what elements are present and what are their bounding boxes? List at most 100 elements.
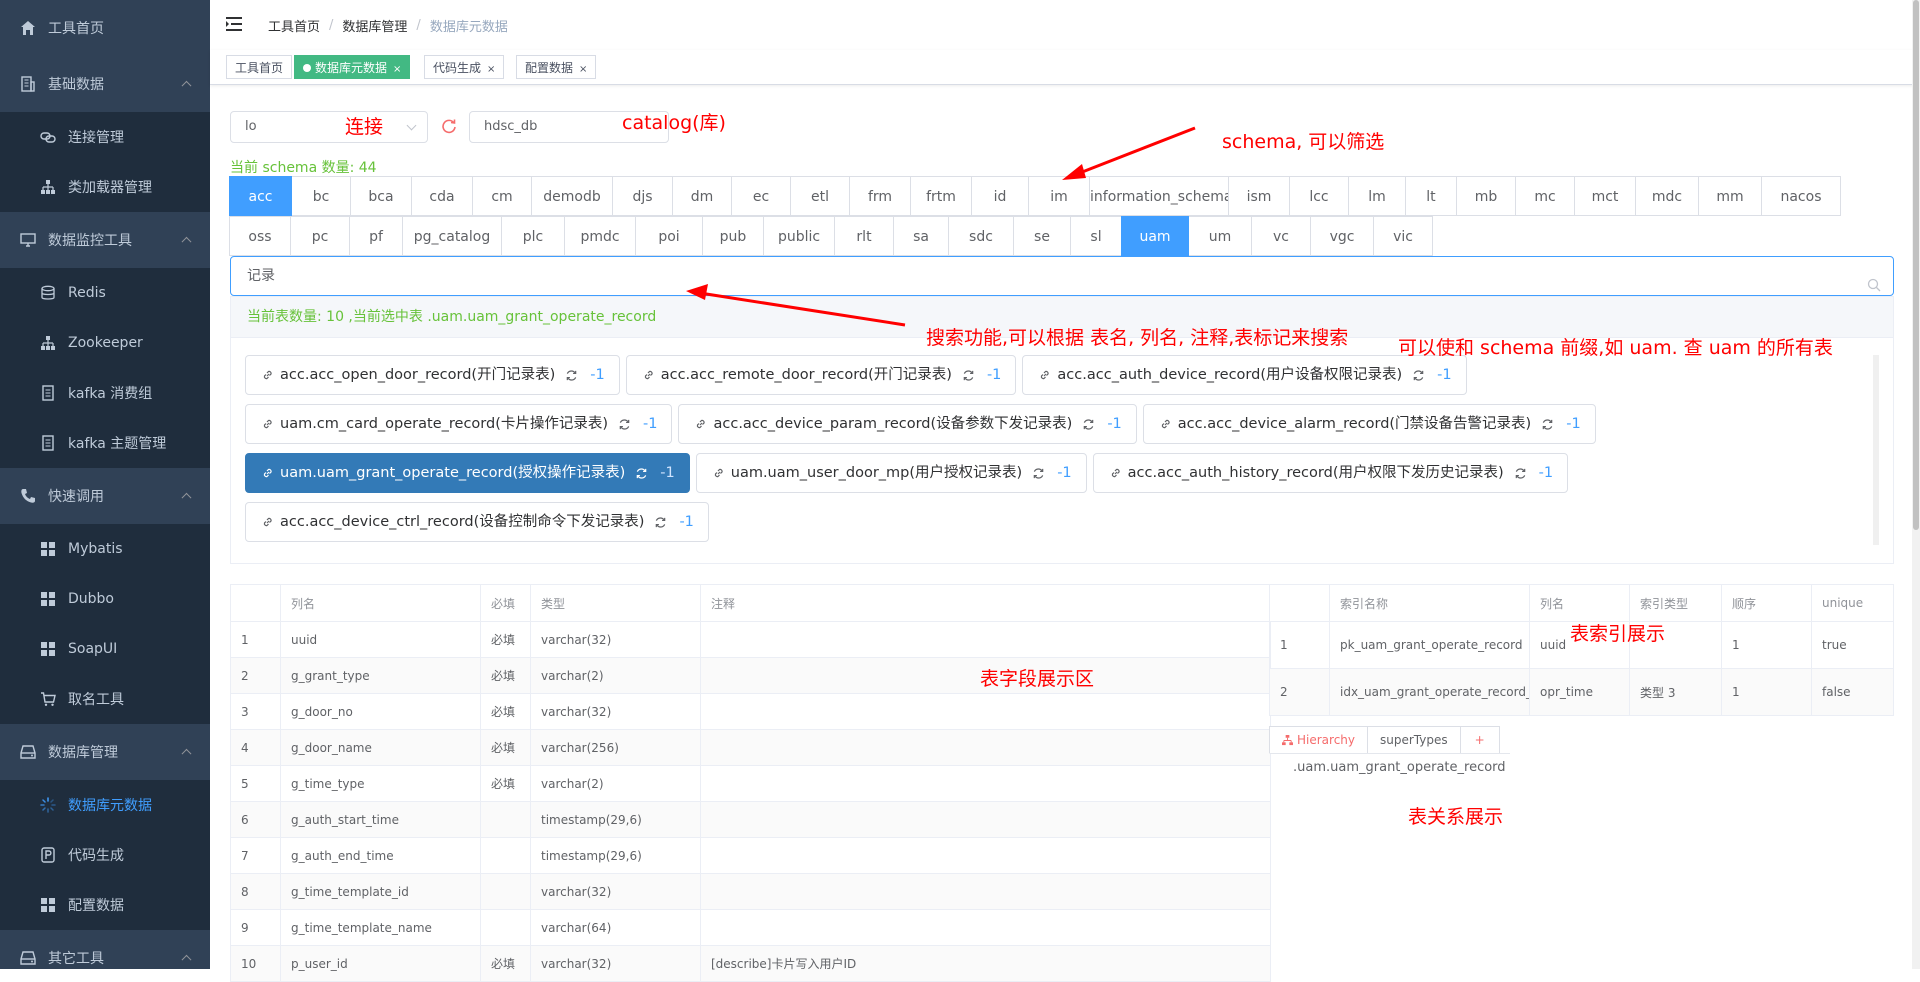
schema-button[interactable]: frtm <box>910 176 972 216</box>
sidebar-item[interactable]: 其它工具 <box>0 930 210 969</box>
column-header[interactable]: 顺序 <box>1721 584 1812 622</box>
sidebar-item[interactable]: Dubbo <box>0 574 210 624</box>
refresh-icon[interactable] <box>1504 467 1539 480</box>
page-scrollbar[interactable] <box>1912 0 1920 969</box>
column-header[interactable]: 索引类型 <box>1629 584 1722 622</box>
sidebar-item[interactable]: 类加载器管理 <box>0 162 210 212</box>
schema-button[interactable]: uam <box>1121 216 1189 256</box>
close-icon[interactable]: × <box>487 64 495 75</box>
schema-button[interactable]: lt <box>1405 176 1457 216</box>
refresh-icon[interactable] <box>441 118 457 134</box>
schema-button[interactable]: lm <box>1348 176 1406 216</box>
schema-button[interactable]: mb <box>1456 176 1516 216</box>
schema-button[interactable]: vic <box>1373 216 1433 256</box>
schema-button[interactable]: vgc <box>1310 216 1374 256</box>
scrollbar-thumb[interactable] <box>1913 0 1919 530</box>
schema-button[interactable]: plc <box>501 216 565 256</box>
schema-button[interactable]: id <box>971 176 1029 216</box>
schema-button[interactable]: acc <box>229 176 292 216</box>
refresh-icon[interactable] <box>1531 418 1566 431</box>
column-header[interactable]: 注释 <box>700 584 1271 622</box>
column-header[interactable] <box>230 584 281 622</box>
sidebar-item[interactable]: 连接管理 <box>0 112 210 162</box>
table-row[interactable]: 6 g_auth_start_time timestamp(29,6) <box>230 801 1271 838</box>
schema-button[interactable]: frm <box>849 176 911 216</box>
table-row[interactable]: 7 g_auth_end_time timestamp(29,6) <box>230 837 1271 874</box>
refresh-icon[interactable] <box>1022 467 1057 480</box>
schema-button[interactable]: lcc <box>1289 176 1349 216</box>
breadcrumb-item-db[interactable]: 数据库管理 <box>342 16 407 35</box>
column-header[interactable]: 类型 <box>530 584 701 622</box>
schema-button[interactable]: im <box>1028 176 1090 216</box>
tag-db-metadata[interactable]: 数据库元数据 × <box>294 55 411 79</box>
table-row[interactable]: 2 g_grant_type 必填 varchar(2) <box>230 657 1271 694</box>
refresh-icon[interactable] <box>625 467 660 480</box>
sidebar-item[interactable]: 工具首页 <box>0 0 210 56</box>
hierarchy-node[interactable]: .uam.uam_grant_operate_record <box>1293 760 1506 775</box>
search-icon[interactable] <box>1867 269 1881 292</box>
sidebar-item[interactable]: SoapUI <box>0 624 210 674</box>
schema-button[interactable]: sa <box>893 216 949 256</box>
sidebar-item[interactable]: 数据库管理 <box>0 724 210 780</box>
close-icon[interactable]: × <box>579 64 587 75</box>
sidebar-item[interactable]: Mybatis <box>0 524 210 574</box>
schema-button[interactable]: bca <box>350 176 412 216</box>
schema-button[interactable]: mc <box>1515 176 1575 216</box>
table-chip[interactable]: acc.acc_remote_door_record(开门记录表) -1 <box>625 355 1017 395</box>
table-chip[interactable]: uam.cm_card_operate_record(卡片操作记录表) -1 <box>245 404 673 444</box>
sidebar-item[interactable]: kafka 主题管理 <box>0 418 210 468</box>
schema-button[interactable]: mdc <box>1635 176 1699 216</box>
schema-button[interactable]: public <box>763 216 835 256</box>
tab-supertypes[interactable]: superTypes <box>1367 726 1461 754</box>
schema-button[interactable]: pub <box>702 216 764 256</box>
schema-button[interactable]: sl <box>1070 216 1122 256</box>
breadcrumb-item-home[interactable]: 工具首页 <box>268 16 320 35</box>
table-row[interactable]: 9 g_time_template_name varchar(64) <box>230 909 1271 946</box>
schema-button[interactable]: um <box>1188 216 1252 256</box>
column-header[interactable]: 列名 <box>280 584 481 622</box>
tag-config-data[interactable]: 配置数据 × <box>516 55 597 79</box>
schema-button[interactable]: pg_catalog <box>402 216 502 256</box>
schema-button[interactable]: vc <box>1251 216 1311 256</box>
refresh-icon[interactable] <box>952 369 987 382</box>
column-header[interactable]: unique <box>1811 584 1894 622</box>
schema-button[interactable]: cm <box>472 176 532 216</box>
schema-button[interactable]: se <box>1013 216 1071 256</box>
schema-button[interactable]: bc <box>291 176 351 216</box>
schema-button[interactable]: information_schema <box>1089 176 1233 216</box>
table-row[interactable]: 4 g_door_name 必填 varchar(256) <box>230 729 1271 766</box>
tag-home[interactable]: 工具首页 <box>226 55 293 79</box>
table-chip[interactable]: uam.uam_user_door_mp(用户授权记录表) -1 <box>695 453 1087 493</box>
schema-button[interactable]: mct <box>1574 176 1636 216</box>
sidebar-item[interactable]: 取名工具 <box>0 674 210 724</box>
schema-button[interactable]: nacos <box>1761 176 1841 216</box>
schema-button[interactable]: pc <box>290 216 350 256</box>
tab-hierarchy[interactable]: Hierarchy <box>1269 726 1369 754</box>
table-chip[interactable]: acc.acc_auth_device_record(用户设备权限记录表) -1 <box>1022 355 1467 395</box>
schema-button[interactable]: dm <box>672 176 732 216</box>
column-header[interactable] <box>1269 584 1330 622</box>
column-header[interactable]: 必填 <box>480 584 531 622</box>
connection-select[interactable]: lo <box>230 111 428 143</box>
schema-button[interactable]: pf <box>349 216 403 256</box>
sidebar-item[interactable]: 配置数据 <box>0 880 210 930</box>
sidebar-item[interactable]: 数据库元数据 <box>0 780 210 830</box>
sidebar-item[interactable]: Redis <box>0 268 210 318</box>
sidebar-item[interactable]: kafka 消费组 <box>0 368 210 418</box>
column-header[interactable]: 列名 <box>1529 584 1630 622</box>
schema-button[interactable]: ism <box>1228 176 1290 216</box>
sidebar-item[interactable]: Zookeeper <box>0 318 210 368</box>
table-chip[interactable]: acc.acc_open_door_record(开门记录表) -1 <box>245 355 620 395</box>
table-chip[interactable]: uam.uam_grant_operate_record(授权操作记录表) -1 <box>245 453 690 493</box>
search-input[interactable]: 记录 <box>230 256 1894 296</box>
schema-button[interactable]: etl <box>790 176 850 216</box>
table-row[interactable]: 10 p_user_id 必填 varchar(32) [describe]卡片写入用户… <box>230 945 1271 982</box>
schema-button[interactable]: cda <box>411 176 473 216</box>
table-chip[interactable]: acc.acc_device_alarm_record(门禁设备告警记录表) -1 <box>1142 404 1596 444</box>
schema-button[interactable]: sdc <box>948 216 1014 256</box>
table-chip[interactable]: acc.acc_device_ctrl_record(设备控制命令下发记录表) -… <box>245 502 709 542</box>
hamburger-icon[interactable] <box>226 16 244 32</box>
table-chip[interactable]: acc.acc_auth_history_record(用户权限下发历史记录表)… <box>1092 453 1569 493</box>
refresh-icon[interactable] <box>608 418 643 431</box>
refresh-icon[interactable] <box>1072 418 1107 431</box>
